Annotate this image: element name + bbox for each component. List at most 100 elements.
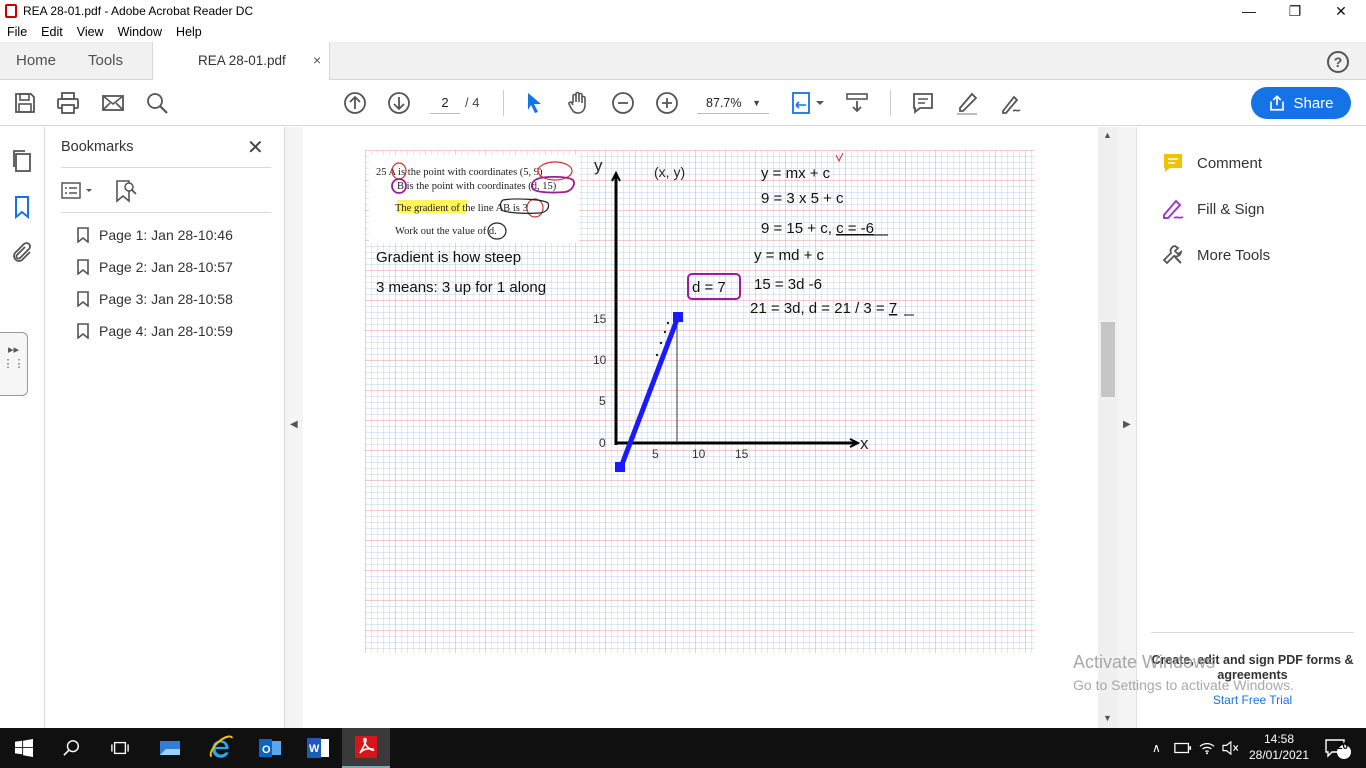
bookmark-options-icon[interactable] [61, 179, 97, 203]
more-tools[interactable]: More Tools [1161, 242, 1270, 268]
y-tick-label: 10 [593, 353, 607, 367]
divider [61, 167, 271, 168]
close-tab-icon[interactable]: × [313, 52, 321, 68]
share-button[interactable]: Share [1251, 87, 1351, 119]
chevron-down-icon: ▼ [752, 98, 761, 108]
taskbar-word[interactable]: W [294, 728, 342, 768]
acrobat-app-icon [5, 4, 17, 18]
bookmark-item[interactable]: Page 1: Jan 28-10:46 [77, 224, 233, 246]
tab-tools[interactable]: Tools [88, 42, 123, 80]
taskbar-internet-explorer[interactable] [196, 728, 244, 768]
start-free-trial-link[interactable]: Start Free Trial [1151, 693, 1354, 707]
highlight-pen-icon[interactable] [955, 91, 979, 115]
zoom-out-icon[interactable] [611, 91, 635, 115]
bookmark-item[interactable]: Page 3: Jan 28-10:58 [77, 288, 233, 310]
windows-taskbar: O W ∧ 14:58 28/01/2021 20 [0, 728, 1366, 768]
outlook-icon: O [259, 739, 281, 757]
bookmarks-panel-icon[interactable] [10, 195, 34, 220]
left-navigation-rail: ▸▸ ⋮⋮ [0, 127, 45, 728]
start-button[interactable] [0, 728, 48, 768]
collapse-right-panel-button[interactable]: ▶ [1118, 127, 1136, 728]
bookmark-icon [77, 323, 89, 339]
collapse-left-panel-button[interactable]: ◀ [285, 127, 303, 728]
search-icon[interactable] [145, 91, 169, 115]
scroll-up-icon[interactable]: ▲ [1103, 130, 1112, 140]
restore-button[interactable]: ❐ [1272, 0, 1318, 22]
scroll-mode-icon[interactable] [845, 91, 869, 115]
email-icon[interactable] [101, 91, 125, 115]
fill-sign-tool[interactable]: Fill & Sign [1161, 196, 1265, 222]
comment-tool-label: Comment [1197, 154, 1263, 172]
battery-icon[interactable] [1174, 728, 1192, 768]
working-eq-2: 9 = 3 x 5 + c [761, 190, 844, 207]
fill-sign-icon [1163, 199, 1184, 219]
line-endpoint-a [615, 462, 625, 472]
scrollbar-thumb[interactable] [1101, 322, 1115, 397]
comment-tool[interactable]: Comment [1161, 150, 1262, 176]
note-three-means: 3 means: 3 up for 1 along [376, 279, 546, 296]
attachments-icon[interactable] [10, 241, 34, 265]
title-bar: REA 28-01.pdf - Adobe Acrobat Reader DC … [0, 0, 1366, 22]
sign-icon[interactable] [999, 91, 1023, 115]
menu-help[interactable]: Help [169, 25, 209, 39]
bookmarks-panel: Bookmarks ✕ Page 1: Jan 28-10:46 Page 2:… [45, 127, 285, 728]
zoom-level-select[interactable]: 87.7% ▼ [697, 92, 769, 114]
line-endpoint-b [673, 312, 683, 322]
save-icon[interactable] [13, 91, 37, 115]
previous-page-icon[interactable] [343, 91, 367, 115]
show-hidden-icons[interactable]: ∧ [1152, 728, 1161, 768]
vertical-scrollbar[interactable]: ▲ ▼ [1098, 127, 1118, 728]
toolbar-divider [503, 90, 504, 116]
answer-box-text: d = 7 [692, 279, 726, 296]
select-cursor-icon[interactable] [522, 91, 546, 115]
page-total: / 4 [465, 95, 480, 110]
close-window-button[interactable]: ✕ [1318, 0, 1364, 22]
document-view[interactable]: 25 A is the point with coordinates (5, 9… [303, 127, 1098, 728]
share-icon [1270, 95, 1285, 111]
comment-icon[interactable] [911, 91, 935, 115]
expand-panel-handle[interactable]: ▸▸ ⋮⋮ [0, 332, 28, 396]
search-icon [63, 740, 80, 756]
file-explorer-icon [160, 741, 180, 755]
x-axis-label: x [860, 434, 869, 453]
menu-view[interactable]: View [70, 25, 111, 39]
working-eq-3: 9 = 15 + c, c = -6 [761, 220, 874, 237]
wifi-icon[interactable] [1198, 728, 1216, 768]
bookmark-item[interactable]: Page 4: Jan 28-10:59 [77, 320, 233, 342]
scroll-down-icon[interactable]: ▼ [1103, 713, 1112, 723]
next-page-icon[interactable] [387, 91, 411, 115]
bookmark-item[interactable]: Page 2: Jan 28-10:57 [77, 256, 233, 278]
share-button-label: Share [1293, 94, 1334, 112]
volume-icon[interactable] [1221, 728, 1239, 768]
tab-document[interactable]: REA 28-01.pdf × [152, 42, 330, 81]
note-gradient: Gradient is how steep [376, 249, 521, 266]
menu-file[interactable]: File [0, 25, 34, 39]
zoom-in-icon[interactable] [655, 91, 679, 115]
system-clock[interactable]: 14:58 28/01/2021 [1246, 731, 1312, 763]
taskbar-explorer[interactable] [146, 728, 194, 768]
task-view-button[interactable] [96, 728, 144, 768]
minimize-button[interactable]: — [1226, 0, 1272, 22]
menu-window[interactable]: Window [111, 25, 169, 39]
close-icon[interactable]: ✕ [247, 135, 264, 160]
more-tools-label: More Tools [1197, 246, 1271, 264]
tab-home[interactable]: Home [16, 42, 56, 80]
menu-edit[interactable]: Edit [34, 25, 70, 39]
fit-page-icon[interactable] [790, 91, 826, 115]
taskbar-outlook[interactable]: O [246, 728, 294, 768]
search-button[interactable] [48, 728, 96, 768]
help-icon[interactable]: ? [1327, 51, 1349, 73]
print-icon[interactable] [56, 91, 80, 115]
page-number-input[interactable]: 2 [430, 92, 460, 114]
y-axis-label: y [594, 156, 603, 175]
y-tick-label: 15 [593, 312, 607, 326]
svg-text:W: W [309, 743, 320, 755]
clock-date: 28/01/2021 [1248, 748, 1310, 762]
action-center-button[interactable]: 20 [1324, 728, 1352, 768]
page-thumbnails-icon[interactable] [10, 149, 34, 173]
hand-tool-icon[interactable] [566, 91, 590, 115]
new-bookmark-icon[interactable] [113, 179, 137, 203]
svg-text:O: O [262, 744, 271, 756]
taskbar-acrobat[interactable] [342, 728, 390, 768]
activate-windows-hint: Go to Settings to activate Windows. [1073, 677, 1294, 693]
